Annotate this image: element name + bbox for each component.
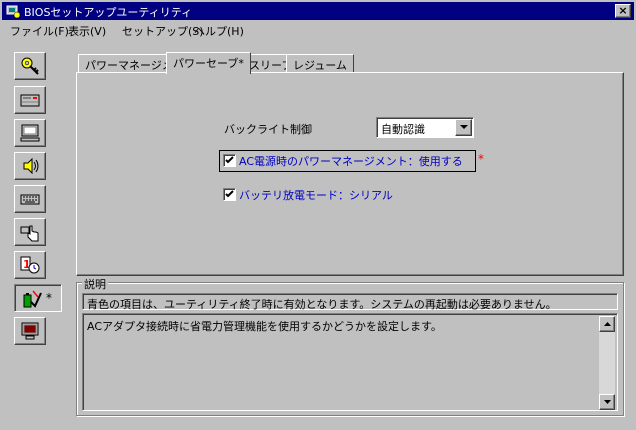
- speaker-icon: [23, 157, 39, 175]
- ac-power-checkbox[interactable]: [223, 154, 236, 167]
- computer-case-icon: [20, 94, 40, 107]
- modified-marker: *: [478, 152, 484, 166]
- battery-power-icon: [23, 290, 42, 308]
- arrow-down-icon: [603, 400, 611, 404]
- backlight-select-value: 自動認識: [381, 123, 425, 136]
- description-text: ACアダプタ接続時に省電力管理機能を使用するかどうかを設定します。: [87, 320, 442, 333]
- boot-clock-icon: 1: [20, 256, 40, 274]
- toolbar-pointing-device-button[interactable]: [14, 218, 46, 246]
- tab-power-save[interactable]: パワーセーブ*: [166, 52, 251, 74]
- description-legend: 説明: [82, 276, 108, 292]
- close-button[interactable]: ×: [615, 4, 631, 18]
- backlight-dropdown-button[interactable]: [455, 119, 472, 136]
- scroll-down-button[interactable]: [599, 394, 615, 410]
- title-bar: BIOSセットアップユーティリティ ×: [2, 2, 634, 20]
- ac-power-label[interactable]: AC電源時のパワーマネージメント：使用する: [239, 153, 463, 169]
- description-scrollbar[interactable]: [599, 316, 615, 410]
- toolbar-display-button[interactable]: [14, 119, 46, 147]
- toolbar-password-button[interactable]: [14, 52, 46, 80]
- menu-setup[interactable]: セットアップ(S): [122, 23, 204, 39]
- active-marker: *: [46, 291, 52, 305]
- menu-bar: ファイル(F) 表示(V) セットアップ(S) ヘルプ(H): [2, 20, 634, 40]
- toolbar-sound-button[interactable]: [14, 152, 46, 180]
- checkmark-icon: [225, 156, 234, 164]
- bios-app-icon: [6, 5, 21, 19]
- backlight-label: バックライト制御: [224, 123, 312, 136]
- arrow-up-icon: [603, 322, 611, 326]
- description-textbox[interactable]: ACアダプタ接続時に省電力管理機能を使用するかどうかを設定します。: [82, 313, 618, 411]
- toolbar-exit-button[interactable]: [14, 317, 46, 345]
- menu-help[interactable]: ヘルプ(H): [194, 23, 244, 39]
- toolbar-system-button[interactable]: [14, 86, 46, 114]
- toolbar-power-button[interactable]: *: [14, 284, 62, 312]
- toolbar-keyboard-button[interactable]: [14, 185, 46, 213]
- tab-panel: [76, 72, 624, 276]
- menu-view[interactable]: 表示(V): [68, 23, 106, 39]
- battery-mode-checkbox[interactable]: [223, 188, 236, 201]
- toolbar-boot-button[interactable]: 1: [14, 251, 46, 279]
- backlight-select[interactable]: 自動認識: [376, 117, 474, 138]
- keyboard-icon: [20, 194, 40, 205]
- description-note: 青色の項目は、ユーティリティ終了時に有効となります。システムの再起動は必要ありま…: [82, 293, 618, 311]
- battery-mode-label[interactable]: バッテリ放電モード：シリアル: [239, 187, 393, 203]
- hand-pointer-icon: [20, 225, 39, 242]
- tab-resume[interactable]: レジューム: [286, 54, 354, 72]
- scroll-up-button[interactable]: [599, 316, 615, 332]
- menu-file[interactable]: ファイル(F): [10, 23, 69, 39]
- chevron-down-icon: [459, 125, 468, 129]
- key-icon: [21, 57, 39, 75]
- monitor-icon: [20, 124, 40, 142]
- window-title: BIOSセットアップユーティリティ: [24, 6, 193, 19]
- checkmark-icon: [225, 190, 234, 198]
- exit-monitor-icon: [21, 322, 39, 340]
